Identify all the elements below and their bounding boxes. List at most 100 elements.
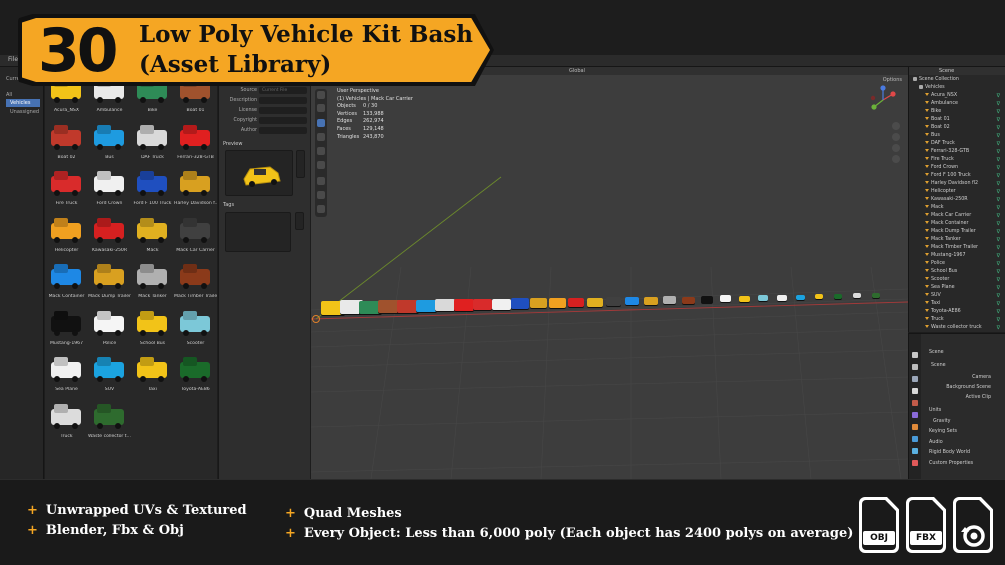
outliner-item[interactable]: Taxi ∇	[909, 300, 1005, 308]
viewport-vehicle[interactable]	[492, 298, 511, 310]
outliner-item[interactable]: Harley Davidson fl2 ∇	[909, 180, 1005, 188]
viewport-vehicle[interactable]	[872, 292, 880, 298]
outliner-item[interactable]: Truck ∇	[909, 316, 1005, 324]
scene-section-header[interactable]: Scene	[931, 363, 946, 368]
custom-properties-section[interactable]: Custom Properties	[929, 461, 973, 466]
meta-value[interactable]	[259, 97, 307, 104]
visibility-icon[interactable]: ∇	[997, 268, 1000, 276]
visibility-icon[interactable]: ∇	[997, 132, 1000, 140]
outliner-item[interactable]: Mack Car Carrier ∇	[909, 212, 1005, 220]
visibility-icon[interactable]: ∇	[997, 284, 1000, 292]
viewport-vehicle[interactable]	[739, 295, 750, 302]
asset-tile[interactable]: School Bus	[131, 306, 174, 352]
modifiers-tab-icon[interactable]	[912, 436, 918, 442]
viewport-vehicle[interactable]	[644, 296, 658, 305]
viewport-vehicle[interactable]	[720, 295, 731, 303]
viewport-vehicle[interactable]	[796, 295, 805, 300]
rigid-body-world-section[interactable]: Rigid Body World	[929, 450, 970, 455]
viewport-vehicle[interactable]	[606, 297, 621, 306]
outliner-item[interactable]: School Bus ∇	[909, 268, 1005, 276]
visibility-icon[interactable]: ∇	[997, 260, 1000, 268]
asset-tile[interactable]: Ford Crown	[88, 166, 131, 212]
add-cube-tool-icon[interactable]	[317, 205, 325, 213]
move-tool-icon[interactable]	[317, 119, 325, 127]
outliner-item[interactable]: Ford Crown ∇	[909, 164, 1005, 172]
scale-tool-icon[interactable]	[317, 147, 325, 155]
units-section[interactable]: Units	[929, 408, 941, 413]
visibility-icon[interactable]: ∇	[997, 196, 1000, 204]
asset-tile[interactable]: Police	[88, 306, 131, 352]
gravity-checkbox[interactable]: Gravity	[933, 419, 951, 424]
cursor-tool-icon[interactable]	[317, 104, 325, 112]
outliner-item[interactable]: Mack Dump Trailer ∇	[909, 228, 1005, 236]
outliner-item[interactable]: Ford F 100 Truck ∇	[909, 172, 1005, 180]
select-tool-icon[interactable]	[317, 91, 325, 99]
asset-tile[interactable]: Ford F 100 Truck	[131, 166, 174, 212]
pan-icon[interactable]	[892, 133, 900, 141]
outliner-item[interactable]: Kawasaki-250R ∇	[909, 196, 1005, 204]
outliner-item[interactable]: Ferrari-328-GTB ∇	[909, 148, 1005, 156]
visibility-icon[interactable]: ∇	[997, 300, 1000, 308]
outliner-scene-selector[interactable]: Scene	[939, 68, 954, 74]
asset-tile[interactable]: DAF Truck	[131, 120, 174, 166]
tags-add-remove[interactable]	[295, 212, 304, 230]
visibility-icon[interactable]: ∇	[997, 148, 1000, 156]
meta-value[interactable]	[259, 127, 307, 134]
visibility-icon[interactable]: ∇	[997, 220, 1000, 228]
viewport-vehicle[interactable]	[682, 296, 695, 304]
viewport-vehicle[interactable]	[663, 296, 676, 305]
asset-tile[interactable]: Truck	[45, 399, 88, 445]
visibility-icon[interactable]: ∇	[997, 244, 1000, 252]
viewport-vehicle[interactable]	[454, 298, 474, 311]
outliner-item[interactable]: Toyota-AE86 ∇	[909, 308, 1005, 316]
outliner-item[interactable]: Boat 02 ∇	[909, 124, 1005, 132]
outliner-item[interactable]: Mack Timber Trailer ∇	[909, 244, 1005, 252]
asset-tile[interactable]: Fire Truck	[45, 166, 88, 212]
asset-tile[interactable]: SUV	[88, 352, 131, 398]
asset-tile[interactable]: Mack Tanker	[131, 259, 174, 305]
preview-tools[interactable]	[296, 150, 305, 178]
visibility-icon[interactable]: ∇	[997, 252, 1000, 260]
viewport-vehicle[interactable]	[416, 300, 437, 312]
viewport-vehicle[interactable]	[549, 297, 566, 308]
zoom-icon[interactable]	[892, 122, 900, 130]
viewport-vehicle[interactable]	[473, 299, 492, 311]
outliner-item[interactable]: DAF Truck ∇	[909, 140, 1005, 148]
asset-tile[interactable]: Sea Plane	[45, 352, 88, 398]
asset-tile[interactable]: Bus	[88, 120, 131, 166]
asset-tile[interactable]: Ferrari-328-GTB	[174, 120, 217, 166]
asset-tile[interactable]: Boat 02	[45, 120, 88, 166]
meta-value[interactable]	[259, 107, 307, 114]
outliner-item[interactable]: Fire Truck ∇	[909, 156, 1005, 164]
viewport-vehicle[interactable]	[511, 298, 529, 309]
asset-tile[interactable]: Kawasaki-250R	[88, 213, 131, 259]
3d-viewport[interactable]: Global Options User Perspective (1) Vehi…	[311, 67, 908, 479]
viewport-vehicle[interactable]	[777, 294, 787, 301]
file-menu[interactable]: File	[8, 56, 18, 63]
tags-list[interactable]	[225, 212, 291, 252]
scene-collection-row[interactable]: Scene Collection	[909, 76, 1005, 84]
visibility-icon[interactable]: ∇	[997, 324, 1000, 332]
camera-view-icon[interactable]	[892, 144, 900, 152]
viewport-vehicle[interactable]	[834, 293, 842, 299]
transform-orientation[interactable]: Global	[569, 68, 585, 74]
viewport-vehicle[interactable]	[435, 299, 455, 312]
visibility-icon[interactable]: ∇	[997, 276, 1000, 284]
rotate-tool-icon[interactable]	[317, 133, 325, 141]
outliner-item[interactable]: Bus ∇	[909, 132, 1005, 140]
outliner-item[interactable]: Acura_NSX ∇	[909, 92, 1005, 100]
visibility-icon[interactable]: ∇	[997, 236, 1000, 244]
outliner-item[interactable]: SUV ∇	[909, 292, 1005, 300]
viewport-vehicle[interactable]	[587, 297, 603, 307]
visibility-icon[interactable]: ∇	[997, 172, 1000, 180]
outliner-item[interactable]: Bike ∇	[909, 108, 1005, 116]
annotate-tool-icon[interactable]	[317, 177, 325, 185]
asset-tile[interactable]: Waste collector t...	[88, 399, 131, 445]
outliner-item[interactable]: Mack Tanker ∇	[909, 236, 1005, 244]
output-tab-icon[interactable]	[912, 376, 918, 382]
ortho-toggle-icon[interactable]	[892, 155, 900, 163]
visibility-icon[interactable]: ∇	[997, 180, 1000, 188]
viewport-vehicle[interactable]	[701, 296, 713, 303]
outliner-item[interactable]: Mack Container ∇	[909, 220, 1005, 228]
render-tab-icon[interactable]	[912, 364, 918, 370]
